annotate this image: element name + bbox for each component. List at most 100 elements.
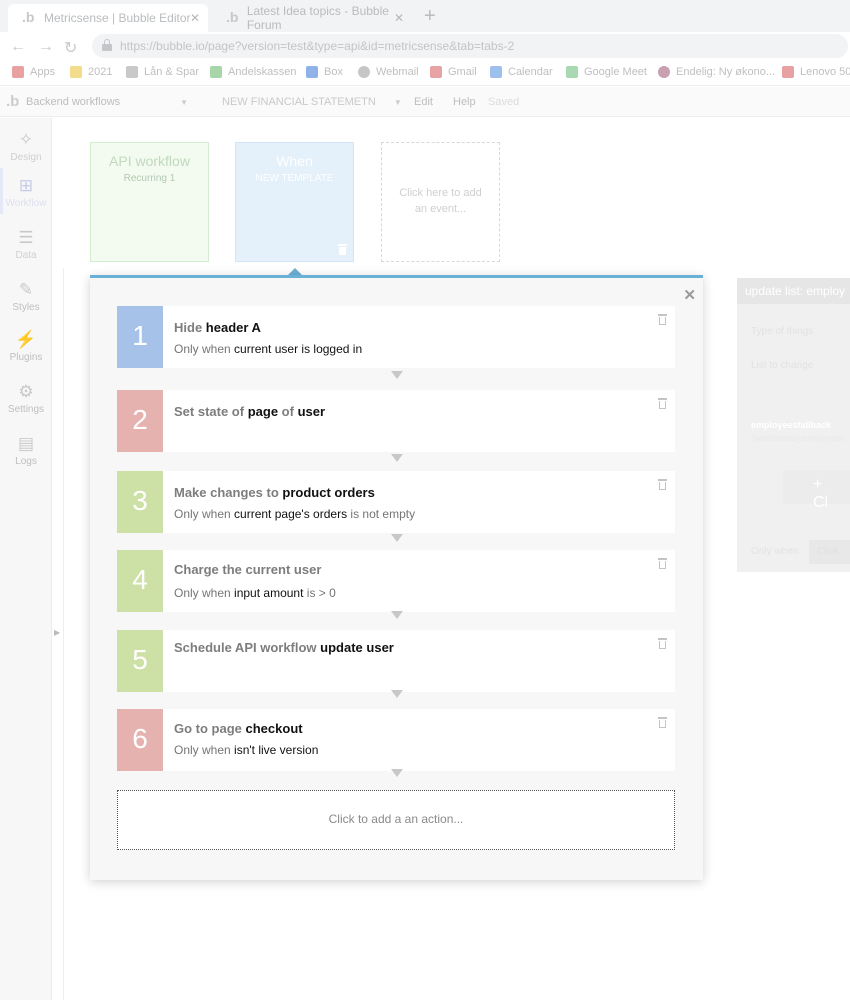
box-icon: [306, 66, 318, 78]
sidebar-item-styles[interactable]: ✎ Styles: [0, 280, 52, 313]
lock-icon: [102, 39, 112, 51]
event-subtitle: Recurring 1: [123, 173, 176, 184]
sidebar-item-design[interactable]: ✧ Design: [0, 130, 52, 163]
calendar-icon: [490, 66, 502, 78]
flow-arrow-icon: [391, 371, 403, 379]
trash-icon[interactable]: [338, 244, 347, 255]
trash-icon[interactable]: [658, 314, 667, 326]
step-number: 2: [117, 390, 163, 452]
collapse-arrow-icon[interactable]: ▶: [54, 628, 60, 637]
brush-icon: ✎: [18, 280, 34, 299]
sidebar-item-settings[interactable]: ⚙ Settings: [0, 382, 52, 415]
step-title: Make changes to product orders: [174, 485, 375, 500]
tab-metricsense[interactable]: .b Metricsense | Bubble Editor ✕: [8, 4, 208, 32]
list-chip[interactable]: employeesfallback: [751, 420, 831, 430]
back-arrow-icon[interactable]: ←: [10, 38, 26, 56]
bubble-logo-icon: .b: [6, 93, 20, 110]
bookmarks-bar: Apps 2021 Lån & Spar Andelskassen Box We…: [0, 60, 850, 86]
trash-icon[interactable]: [658, 638, 667, 650]
step-title: Go to page checkout: [174, 721, 303, 736]
trash-icon[interactable]: [658, 479, 667, 491]
step-title: Schedule API workflow update user: [174, 640, 394, 655]
page-dropdown[interactable]: Backend workflows ▼: [26, 96, 188, 108]
bookmark-calendar[interactable]: Calendar: [490, 66, 553, 78]
help-menu[interactable]: Help: [453, 96, 476, 108]
lan-spar-icon: [126, 66, 138, 78]
canvas-divider: [63, 268, 64, 1000]
site-icon: [658, 66, 670, 78]
only-when-input[interactable]: Click: [809, 540, 850, 564]
url-text: https://bubble.io/page?version=test&type…: [120, 39, 515, 53]
bookmark-apps[interactable]: Apps: [12, 66, 55, 78]
address-bar: ← → ↻ https://bubble.io/page?version=tes…: [0, 32, 850, 60]
close-icon[interactable]: ✕: [683, 286, 696, 304]
workflow-icon: ⊞: [18, 176, 34, 195]
property-panel: update list: employ Type of things List …: [737, 278, 850, 572]
flow-arrow-icon: [391, 454, 403, 462]
editor-sidebar: ✧ Design ⊞ Workflow ☰ Data ✎ Styles ⚡ Plugins…: [0, 118, 52, 1000]
step-number: 3: [117, 471, 163, 533]
step-title: Charge the current user: [174, 562, 322, 577]
action-step-4[interactable]: 4 Charge the current user Only when inpu…: [117, 550, 675, 612]
list-to-change-label: List to change: [751, 360, 814, 371]
close-tab-icon[interactable]: ✕: [190, 11, 200, 25]
action-step-5[interactable]: 5 Schedule API workflow update user: [117, 630, 675, 692]
trash-icon[interactable]: [658, 398, 667, 410]
list-chip-detail: (worthereallyemployee): [751, 433, 845, 443]
event-card-when[interactable]: When NEW TEMPLATE: [235, 142, 354, 262]
bookmark-andelskassen[interactable]: Andelskassen: [210, 66, 297, 78]
step-number: 4: [117, 550, 163, 612]
action-step-1[interactable]: 1 Hide header A Only when current user i…: [117, 306, 675, 368]
step-number: 1: [117, 306, 163, 368]
apps-grid-icon: [12, 66, 24, 78]
add-action-button[interactable]: Click to add a an action...: [117, 790, 675, 850]
step-condition: Only when current page's orders is not e…: [174, 507, 416, 521]
step-title: Hide header A: [174, 320, 261, 335]
tab-title: Latest Idea topics - Bubble Forum: [246, 4, 389, 32]
new-tab-button[interactable]: +: [424, 5, 436, 28]
bookmark-endelig[interactable]: Endelig: Ny økono...: [658, 66, 775, 78]
bookmark-google-meet[interactable]: Google Meet: [566, 66, 647, 78]
trash-icon[interactable]: [658, 717, 667, 729]
sidebar-item-logs[interactable]: ▤ Logs: [0, 434, 52, 467]
meet-icon: [566, 66, 578, 78]
workflow-dropdown[interactable]: NEW FINANCIAL STATEMETN ▼: [222, 96, 402, 108]
bookmark-webmail[interactable]: Webmail: [358, 66, 419, 78]
gmail-icon: [430, 66, 442, 78]
save-status: Saved: [488, 96, 520, 108]
action-step-6[interactable]: 6 Go to page checkout Only when isn't li…: [117, 709, 675, 771]
flow-arrow-icon: [391, 611, 403, 619]
bookmark-lenovo[interactable]: Lenovo 50: [782, 66, 850, 78]
bookmark-lan-spar[interactable]: Lån & Spar: [126, 66, 199, 78]
trash-icon[interactable]: [658, 558, 667, 570]
browser-tab-bar: .b Metricsense | Bubble Editor ✕ .b Late…: [0, 0, 850, 32]
bookmark-box[interactable]: Box: [306, 66, 343, 78]
bookmark-2021[interactable]: 2021: [70, 66, 112, 78]
data-icon: ☰: [18, 228, 34, 247]
bookmark-gmail[interactable]: Gmail: [430, 66, 477, 78]
url-box[interactable]: https://bubble.io/page?version=test&type…: [92, 34, 848, 58]
flow-arrow-icon: [391, 534, 403, 542]
sidebar-item-data[interactable]: ☰ Data: [0, 228, 52, 261]
add-event-card[interactable]: Click here to add an event...: [381, 142, 500, 262]
forward-arrow-icon[interactable]: →: [38, 38, 54, 56]
add-condition-button[interactable]: + Cl: [783, 470, 850, 511]
sidebar-item-plugins[interactable]: ⚡ Plugins: [0, 330, 52, 363]
flow-arrow-icon: [391, 690, 403, 698]
reload-icon[interactable]: ↻: [64, 38, 77, 58]
sidebar-item-workflow[interactable]: ⊞ Workflow: [0, 176, 52, 209]
event-card-api-workflow[interactable]: API workflow Recurring 1: [90, 142, 209, 262]
step-number: 6: [117, 709, 163, 771]
folder-icon: [70, 66, 82, 78]
edit-menu[interactable]: Edit: [414, 96, 433, 108]
tab-bubble-forum[interactable]: .b Latest Idea topics - Bubble Forum ✕: [212, 4, 412, 32]
flow-arrow-icon: [391, 769, 403, 777]
action-step-3[interactable]: 3 Make changes to product orders Only wh…: [117, 471, 675, 533]
andelskassen-icon: [210, 66, 222, 78]
bubble-logo-icon: .b: [226, 9, 239, 25]
close-tab-icon[interactable]: ✕: [394, 11, 404, 25]
action-step-2[interactable]: 2 Set state of page of user: [117, 390, 675, 452]
chevron-down-icon: ▼: [393, 98, 402, 107]
globe-icon: [358, 66, 370, 78]
step-number: 5: [117, 630, 163, 692]
